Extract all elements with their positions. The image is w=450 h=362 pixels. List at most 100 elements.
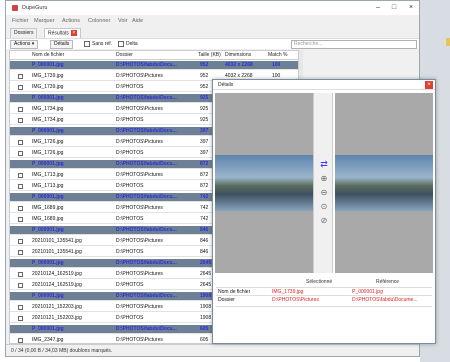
- row-checkbox[interactable]: [18, 74, 23, 79]
- sans-ref-checkbox[interactable]: [84, 41, 90, 47]
- row-checkbox[interactable]: [18, 272, 23, 277]
- row-checkbox[interactable]: [18, 239, 23, 244]
- row-checkbox[interactable]: [18, 316, 23, 321]
- cell-name: IMG_1726.jpg: [32, 150, 64, 156]
- cell-folder: D:\PHOTOS: [116, 216, 144, 222]
- delta-label: Delta: [126, 41, 138, 47]
- cell-name: P_000001.jpg: [32, 194, 64, 200]
- row-checkbox[interactable]: [18, 140, 23, 145]
- cell-name: 20210121_152203.jpg: [32, 304, 82, 310]
- zoom-reset-icon[interactable]: ⊘: [320, 217, 328, 225]
- cell-folder: D:\PHOTOS\fabdu\Docu...: [116, 293, 177, 299]
- sans-ref-label: Sans réf.: [92, 41, 113, 47]
- tab-dossiers[interactable]: Dossiers: [10, 28, 38, 38]
- status-text: 0 / 34 (0,00 B / 34,03 MB) doublons marq…: [11, 348, 113, 354]
- cell-folder: D:\PHOTOS\Pictures: [116, 271, 163, 277]
- row-checkbox[interactable]: [18, 217, 23, 222]
- menu-marquer[interactable]: Marquer: [34, 18, 54, 24]
- details-button-label: Détails: [54, 41, 70, 47]
- close-icon[interactable]: ×: [404, 3, 418, 13]
- menu-aide[interactable]: Aide: [132, 18, 143, 24]
- cell-name: IMG_1739.jpg: [32, 73, 64, 79]
- cell-folder: D:\PHOTOS\fabdu\Docu...: [116, 128, 177, 134]
- zoom-in-icon[interactable]: ⊕: [320, 175, 328, 183]
- cell-folder: D:\PHOTOS: [116, 249, 144, 255]
- tab-close-icon[interactable]: ×: [70, 30, 77, 36]
- prop-row-folder: Dossier D:\PHOTOS\Pictures D:\PHOTOS\fab…: [216, 295, 432, 303]
- cell-name: 20210121_152203.jpg: [32, 315, 82, 321]
- cell-name: IMG_1713.jpg: [32, 172, 64, 178]
- details-close-icon[interactable]: ×: [425, 81, 433, 89]
- row-checkbox[interactable]: [18, 250, 23, 255]
- cell-name: P_000001.jpg: [32, 260, 64, 266]
- prop-reference: D:\PHOTOS\fabdu\Docume...: [352, 297, 418, 303]
- cell-size: 952: [200, 62, 209, 68]
- zoom-fit-icon[interactable]: ⊙: [320, 203, 328, 211]
- cell-folder: D:\PHOTOS: [116, 150, 144, 156]
- desktop-folder-icon[interactable]: [446, 38, 450, 46]
- menu-colonner[interactable]: Colonner: [88, 18, 110, 24]
- swap-icon[interactable]: ⇄: [319, 159, 329, 169]
- tab-bar: Dossiers Résultats ×: [6, 27, 419, 38]
- cell-name: P_000001.jpg: [32, 161, 64, 167]
- row-checkbox[interactable]: [18, 173, 23, 178]
- cell-name: IMG_1713.jpg: [32, 183, 64, 189]
- cell-name: P_000001.jpg: [32, 128, 64, 134]
- zoom-toolbar: ⇄ ⊕ ⊖ ⊙ ⊘: [313, 93, 333, 273]
- delta-checkbox[interactable]: [118, 41, 124, 47]
- cell-folder: D:\PHOTOS\Pictures: [116, 205, 163, 211]
- tab-resultats[interactable]: Résultats ×: [44, 28, 81, 38]
- col-header-dims[interactable]: Dimensions: [225, 52, 251, 58]
- row-checkbox[interactable]: [18, 338, 23, 343]
- selected-photo: [215, 155, 313, 211]
- details-properties: Sélectionné Référence Nom de fichier IMG…: [216, 279, 432, 303]
- menu-fichier[interactable]: Fichier: [12, 18, 29, 24]
- details-title-bar: Détails ×: [213, 80, 435, 90]
- cell-folder: D:\PHOTOS\fabdu\Docu...: [116, 194, 177, 200]
- col-header-folder[interactable]: Dossier: [116, 52, 133, 58]
- cell-folder: D:\PHOTOS\Pictures: [116, 304, 163, 310]
- col-header-size[interactable]: Taille (KB): [198, 52, 221, 58]
- zoom-out-icon[interactable]: ⊖: [320, 189, 328, 197]
- actions-button[interactable]: Actions ▾: [10, 40, 39, 49]
- maximize-icon[interactable]: □: [387, 3, 401, 13]
- row-checkbox[interactable]: [18, 118, 23, 123]
- row-checkbox[interactable]: [18, 85, 23, 90]
- cell-folder: D:\PHOTOS\fabdu\Docu...: [116, 161, 177, 167]
- row-checkbox[interactable]: [18, 283, 23, 288]
- col-header-match[interactable]: Match %: [268, 52, 287, 58]
- table-group-row[interactable]: P_000001.jpg D:\PHOTOS\fabdu\Docu... 952 40…: [10, 61, 298, 70]
- search-input[interactable]: Recherche...: [291, 40, 417, 49]
- selected-image-pane: [215, 93, 313, 273]
- row-checkbox[interactable]: [18, 107, 23, 112]
- row-checkbox[interactable]: [18, 206, 23, 211]
- cell-folder: D:\PHOTOS\Pictures: [116, 337, 163, 343]
- tab-resultats-label: Résultats: [48, 30, 69, 37]
- cell-name: 20210101_135541.jpg: [32, 249, 82, 255]
- cell-folder: D:\PHOTOS: [116, 315, 144, 321]
- cell-name: P_000001.jpg: [32, 62, 64, 68]
- minimize-icon[interactable]: –: [371, 3, 385, 13]
- reference-photo: [335, 155, 433, 211]
- toolbar: Actions ▾ Détails Sans réf. Delta Recher…: [6, 38, 419, 49]
- row-checkbox[interactable]: [18, 184, 23, 189]
- row-checkbox[interactable]: [18, 151, 23, 156]
- cell-name: P_000001.jpg: [32, 293, 64, 299]
- details-title: Détails: [218, 82, 234, 88]
- cell-dims: 4032 x 2268: [225, 62, 253, 68]
- row-checkbox[interactable]: [18, 305, 23, 310]
- details-button[interactable]: Détails: [50, 40, 74, 49]
- cell-match: 100: [272, 62, 281, 68]
- col-header-name[interactable]: Nom de fichier: [32, 52, 64, 58]
- prop-row-filename: Nom de fichier IMG_1739.jpg P_000001.jpg: [216, 287, 432, 295]
- menu-voir[interactable]: Voir: [118, 18, 127, 24]
- cell-name: IMG_1689.jpg: [32, 216, 64, 222]
- cell-name: 20210124_162519.jpg: [32, 282, 82, 288]
- cell-folder: D:\PHOTOS\fabdu\Docu...: [116, 62, 177, 68]
- col-selected-header: Sélectionné: [306, 279, 333, 285]
- cell-folder: D:\PHOTOS: [116, 282, 144, 288]
- cell-folder: D:\PHOTOS: [116, 117, 144, 123]
- cell-name: IMG_1739.jpg: [32, 84, 64, 90]
- col-reference-header: Référence: [376, 279, 400, 285]
- menu-actions[interactable]: Actions: [62, 18, 80, 24]
